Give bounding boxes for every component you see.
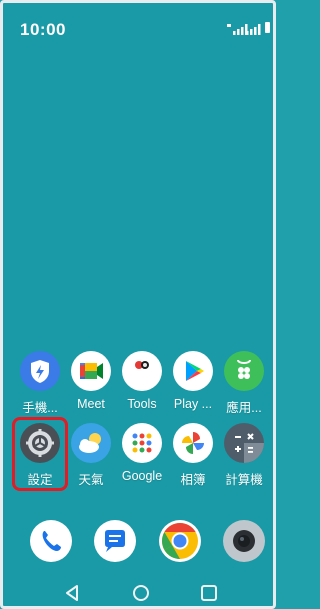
signal-icon bbox=[246, 24, 261, 35]
dock-phone[interactable] bbox=[23, 520, 79, 562]
messages-icon bbox=[94, 520, 136, 562]
back-button[interactable] bbox=[62, 584, 82, 602]
app-label: Play ... bbox=[173, 397, 213, 411]
play-store-icon bbox=[173, 351, 213, 391]
app-label: 計算機 bbox=[225, 473, 263, 487]
shield-icon bbox=[20, 351, 60, 391]
app-google-folder[interactable]: Google bbox=[114, 423, 170, 483]
app-label: 相簿 bbox=[180, 473, 206, 487]
app-play-store[interactable]: Play ... bbox=[165, 351, 221, 411]
dock-chrome[interactable] bbox=[152, 520, 208, 562]
photos-pinwheel-icon bbox=[173, 423, 213, 463]
meet-icon bbox=[71, 351, 111, 391]
status-bar: 10:00 bbox=[3, 3, 273, 43]
app-phone-manager[interactable]: 手機... bbox=[12, 351, 68, 416]
recents-square-icon bbox=[201, 585, 217, 601]
app-label: 應用... bbox=[226, 401, 262, 415]
battery-icon bbox=[265, 22, 270, 33]
app-label: Meet bbox=[77, 397, 105, 411]
app-photos[interactable]: 相簿 bbox=[165, 423, 221, 488]
app-label: 手機... bbox=[22, 401, 58, 415]
weather-icon bbox=[71, 423, 111, 463]
dock-camera[interactable] bbox=[216, 520, 272, 562]
calculator-icon bbox=[224, 423, 264, 463]
app-calculator[interactable]: 計算機 bbox=[216, 423, 272, 488]
home-circle-icon bbox=[133, 585, 149, 601]
app-weather[interactable]: 天氣 bbox=[63, 423, 119, 488]
phone-icon bbox=[30, 520, 72, 562]
google-folder-icon bbox=[122, 423, 162, 463]
recents-button[interactable] bbox=[199, 584, 219, 602]
app-label: Tools bbox=[127, 397, 157, 411]
home-button[interactable] bbox=[131, 584, 151, 602]
chrome-icon bbox=[159, 520, 201, 562]
dock-messages[interactable] bbox=[87, 520, 143, 562]
app-tools[interactable]: Tools bbox=[114, 351, 170, 411]
clock: 10:00 bbox=[20, 20, 66, 39]
app-label: Google bbox=[121, 469, 163, 483]
navigation-bar bbox=[3, 578, 273, 606]
back-triangle-icon bbox=[66, 585, 78, 601]
app-market-icon bbox=[224, 351, 264, 391]
tools-folder-icon bbox=[122, 351, 162, 391]
app-app-market[interactable]: 應用... bbox=[216, 351, 272, 416]
phone-screen: 10:00 手機... Meet Tools Play ... 應用... 設定… bbox=[0, 0, 276, 609]
app-meet[interactable]: Meet bbox=[63, 351, 119, 411]
camera-icon bbox=[223, 520, 265, 562]
app-label: 天氣 bbox=[78, 473, 104, 487]
selection-highlight bbox=[12, 417, 68, 491]
